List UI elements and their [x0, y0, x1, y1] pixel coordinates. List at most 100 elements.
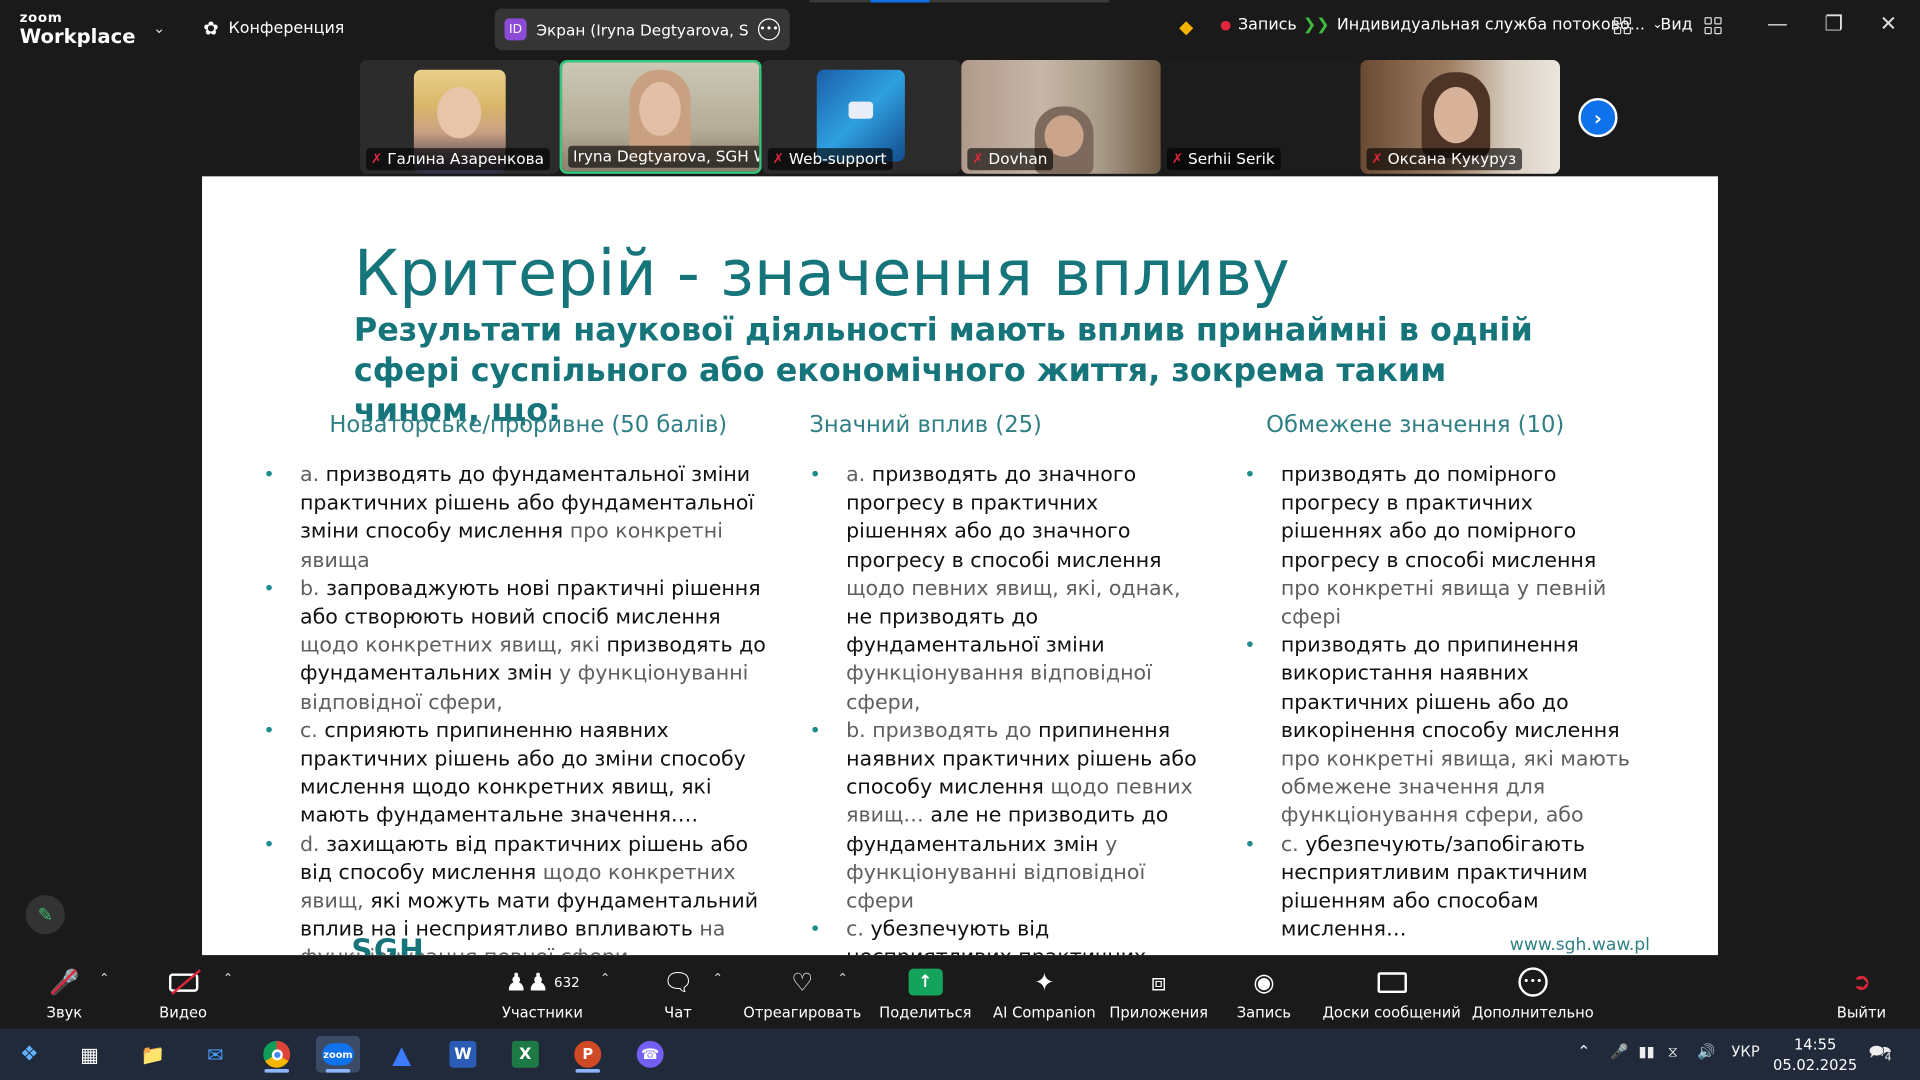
windows-taskbar: ❖ ▦ 📁 ✉ zoom ▲ W X P ☎ ⌃ 🎤 ▮▮ ⧖ 🔊 УКР 14…: [0, 1028, 1920, 1080]
logo-product-name: Workplace: [19, 24, 136, 48]
audio-options-caret[interactable]: ⌃: [99, 972, 109, 985]
more-options-icon[interactable]: •••: [757, 18, 781, 41]
record-button[interactable]: ◉ Запись: [1237, 966, 1291, 1021]
task-view-icon[interactable]: ▦: [67, 1036, 111, 1073]
more-label: Дополнительно: [1471, 1004, 1594, 1022]
participant-name: Serhii Serik: [1188, 149, 1275, 168]
muted-mic-icon: ✗: [1371, 150, 1383, 167]
leave-button[interactable]: ➲ Выйти: [1837, 966, 1886, 1022]
view-button[interactable]: Вид: [1660, 16, 1723, 34]
criteria-list-breakthrough: a. призводять до фундаментальної зміни п…: [263, 460, 778, 955]
livestream-indicator[interactable]: ❯❯ Индивидуальная служба потоково... ⌄: [1303, 16, 1663, 34]
criteria-item: c. сприяють припиненню наявних практични…: [263, 716, 778, 830]
file-explorer-icon[interactable]: 📁: [131, 1036, 175, 1073]
participant-name: Iryna Degtyarova, SGH W...: [573, 146, 762, 166]
apps-button[interactable]: ⧈ Приложения: [1109, 966, 1208, 1021]
criteria-item: a. призводять до значного прогресу в пра…: [809, 460, 1203, 716]
gallery-layout-button[interactable]: [1613, 17, 1632, 35]
criteria-text: d.: [300, 830, 327, 856]
broadcast-icon: ❯❯: [1302, 15, 1330, 35]
participant-tile[interactable]: ✗ Dovhan: [961, 60, 1161, 174]
tray-overflow-icon[interactable]: ⌃: [1577, 1043, 1590, 1061]
logo-small-text: zoom: [19, 9, 63, 26]
participants-button[interactable]: ♟♟ 632 Участники: [502, 966, 583, 1021]
chat-button[interactable]: 🗨 Чат: [662, 966, 693, 1021]
chevron-down-icon[interactable]: ⌄: [153, 20, 165, 37]
video-button[interactable]: Видео: [159, 966, 207, 1021]
meeting-toolbar: 🎤 Звук ⌃ Видео ⌃ ♟♟632 Участники ⌃ 🗨 Чат…: [0, 956, 1920, 1028]
criteria-item: призводять до припинення використання на…: [1244, 631, 1637, 830]
vpn-app-icon[interactable]: ▲: [380, 1036, 424, 1073]
participants-options-caret[interactable]: ⌃: [600, 972, 610, 985]
zoom-taskbar-icon[interactable]: zoom: [315, 1035, 361, 1073]
criteria-item: d. захищають від практичних рішень або в…: [263, 830, 778, 955]
livestream-label: Индивидуальная служба потоково...: [1336, 15, 1645, 35]
mail-icon[interactable]: ✉: [193, 1036, 237, 1073]
top-accent: [870, 0, 930, 3]
whiteboards-button[interactable]: Доски сообщений: [1322, 966, 1461, 1022]
conference-label: Конференция: [228, 18, 345, 38]
volume-icon[interactable]: 🔊: [1697, 1043, 1715, 1060]
chat-options-caret[interactable]: ⌃: [713, 972, 723, 985]
react-label: Отреагировать: [743, 1004, 862, 1022]
conference-menu[interactable]: ✿ Конференция: [203, 17, 344, 39]
criteria-item: c. убезпечують від несприятливих практич…: [809, 915, 1203, 955]
microphone-tray-icon[interactable]: 🎤: [1610, 1043, 1628, 1060]
excel-icon[interactable]: X: [503, 1036, 547, 1073]
system-clock[interactable]: 14:55 05.02.2025: [1773, 1035, 1857, 1077]
restore-icon[interactable]: ❐: [1824, 12, 1843, 36]
column-header-limited: Обмежене значення (10): [1266, 412, 1565, 439]
viber-icon[interactable]: ☎: [628, 1036, 672, 1073]
participant-face: [437, 86, 482, 139]
input-language[interactable]: УКР: [1731, 1043, 1759, 1060]
exit-door-icon: ➲: [1851, 968, 1872, 996]
powerpoint-icon[interactable]: P: [566, 1036, 610, 1073]
paw-icon: ✿: [203, 17, 219, 40]
participants-count: 632: [554, 974, 580, 991]
participant-tile[interactable]: ✗ Оксана Кукуруз: [1360, 60, 1561, 174]
participant-tile[interactable]: ✗ Web-support: [761, 60, 962, 174]
video-options-caret[interactable]: ⌃: [223, 972, 233, 985]
windows-start-icon[interactable]: ❖: [7, 1036, 51, 1073]
footer-url: www.sgh.waw.pl: [1509, 935, 1650, 956]
more-button[interactable]: ••• Дополнительно: [1472, 966, 1594, 1021]
react-options-caret[interactable]: ⌃: [838, 972, 848, 985]
participant-face: [639, 82, 681, 136]
criteria-text: c.: [846, 916, 871, 941]
criteria-emphasis-text: призводять до припинення використання на…: [1280, 632, 1620, 742]
battery-icon[interactable]: ▮▮: [1638, 1043, 1654, 1060]
sparkle-icon: ✦: [1034, 967, 1055, 997]
word-icon[interactable]: W: [441, 1036, 485, 1073]
participant-tile[interactable]: ✗ Serhii Serik: [1160, 60, 1361, 174]
participant-name-tag: Iryna Degtyarova, SGH W...: [568, 145, 762, 168]
top-divider: [809, 0, 1110, 3]
criteria-text: щодо певних явищ, які, однак,: [846, 575, 1181, 600]
chrome-icon[interactable]: [255, 1036, 299, 1073]
ai-companion-button[interactable]: ✦ AI Companion: [993, 966, 1096, 1021]
close-icon[interactable]: ✕: [1880, 12, 1897, 36]
screen-share-indicator[interactable]: ID Экран (Iryna Degtyarova, SGH W •••: [494, 8, 790, 51]
criteria-emphasis-text: убезпечують/запобігають несприятливим пр…: [1280, 830, 1588, 941]
criteria-emphasis-text: не призводять до фундаментальної зміни: [846, 603, 1105, 657]
share-button[interactable]: ↑ Поделиться: [879, 966, 972, 1021]
participant-tile[interactable]: ✗ Галина Азаренкова: [360, 60, 560, 174]
whiteboards-label: Доски сообщений: [1322, 1004, 1461, 1022]
next-page-button[interactable]: ›: [1578, 97, 1618, 138]
recording-indicator[interactable]: Запись: [1220, 16, 1297, 34]
wifi-icon[interactable]: ⧖: [1668, 1043, 1678, 1061]
audio-button[interactable]: 🎤 Звук: [47, 966, 83, 1021]
participant-name-tag: ✗ Web-support: [767, 148, 893, 171]
notifications-button[interactable]: 🗪 4: [1869, 1040, 1894, 1071]
participant-tile-active-speaker[interactable]: Iryna Degtyarova, SGH W...: [559, 60, 762, 174]
criteria-text: b.: [300, 575, 327, 600]
criteria-emphasis-text: убезпечують від несприятливих практичних…: [846, 916, 1146, 955]
grid-icon: [1613, 17, 1632, 35]
annotate-pencil-button[interactable]: ✎: [25, 895, 65, 935]
participant-name: Dovhan: [988, 149, 1048, 168]
criteria-list-significant: a. призводять до значного прогресу в пра…: [809, 460, 1203, 955]
minimize-icon[interactable]: —: [1767, 12, 1788, 36]
criteria-text: c.: [1280, 830, 1306, 856]
clock-date: 05.02.2025: [1773, 1056, 1858, 1074]
heart-icon: ♡: [791, 967, 814, 997]
security-indicator[interactable]: ◆: [1179, 16, 1193, 38]
